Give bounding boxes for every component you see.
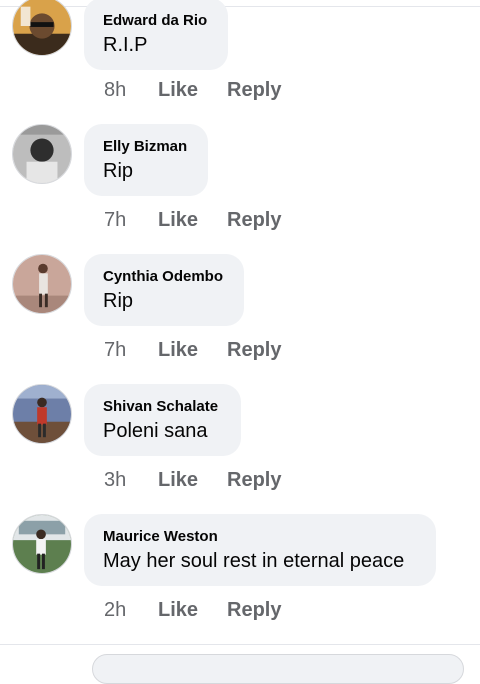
comment-item: Edward da Rio R.I.P 8h Like Reply [0, 0, 480, 102]
comment-actions: 8h Like Reply [104, 79, 281, 102]
comment-bubble: Shivan Schalate Poleni sana [84, 384, 241, 456]
avatar-photo [13, 255, 71, 313]
comment-actions: 7h Like Reply [104, 339, 281, 362]
avatar[interactable] [12, 254, 72, 314]
comment-author[interactable]: Cynthia Odembo [103, 268, 223, 285]
comment-time[interactable]: 2h [104, 599, 158, 622]
reply-button[interactable]: Reply [227, 599, 281, 622]
comment-author[interactable]: Edward da Rio [103, 12, 207, 29]
comment-author[interactable]: Shivan Schalate [103, 398, 218, 415]
comment-item: Shivan Schalate Poleni sana 3h Like Reply [0, 360, 480, 492]
comment-time[interactable]: 7h [104, 209, 158, 232]
avatar-photo [13, 0, 71, 55]
comment-time[interactable]: 8h [104, 79, 158, 102]
reply-button[interactable]: Reply [227, 469, 281, 492]
like-button[interactable]: Like [158, 469, 227, 492]
comment-author[interactable]: Maurice Weston [103, 528, 218, 545]
comment-author[interactable]: Elly Bizman [103, 138, 187, 155]
comment-actions: 2h Like Reply [104, 599, 281, 622]
avatar-photo [13, 125, 71, 183]
comment-item: Elly Bizman Rip 7h Like Reply [0, 100, 480, 232]
comment-bubble: Cynthia Odembo Rip [84, 254, 244, 326]
comment-text: R.I.P [103, 34, 148, 56]
comment-text: May her soul rest in eternal peace [103, 550, 405, 572]
like-button[interactable]: Like [158, 599, 227, 622]
comment-time[interactable]: 3h [104, 469, 158, 492]
comment-text: Poleni sana [103, 420, 208, 442]
comment-bubble: Maurice Weston May her soul rest in eter… [84, 514, 436, 586]
avatar-photo [13, 515, 71, 573]
comment-actions: 3h Like Reply [104, 469, 281, 492]
avatar-photo [13, 385, 71, 443]
like-button[interactable]: Like [158, 339, 227, 362]
comment-time[interactable]: 7h [104, 339, 158, 362]
avatar[interactable] [12, 0, 72, 56]
like-button[interactable]: Like [158, 79, 227, 102]
comment-text: Rip [103, 160, 134, 182]
avatar[interactable] [12, 514, 72, 574]
avatar[interactable] [12, 384, 72, 444]
comment-bubble: Elly Bizman Rip [84, 124, 208, 196]
reply-button[interactable]: Reply [227, 339, 281, 362]
comment-item: Cynthia Odembo Rip 7h Like Reply [0, 230, 480, 362]
reply-button[interactable]: Reply [227, 79, 281, 102]
like-button[interactable]: Like [158, 209, 227, 232]
comment-item: Maurice Weston May her soul rest in eter… [0, 490, 480, 622]
comment-bubble: Edward da Rio R.I.P [84, 0, 228, 70]
bottom-divider [0, 644, 480, 645]
reply-button[interactable]: Reply [227, 209, 281, 232]
comment-actions: 7h Like Reply [104, 209, 281, 232]
avatar[interactable] [12, 124, 72, 184]
comment-text: Rip [103, 290, 134, 312]
comment-input[interactable] [92, 654, 464, 684]
